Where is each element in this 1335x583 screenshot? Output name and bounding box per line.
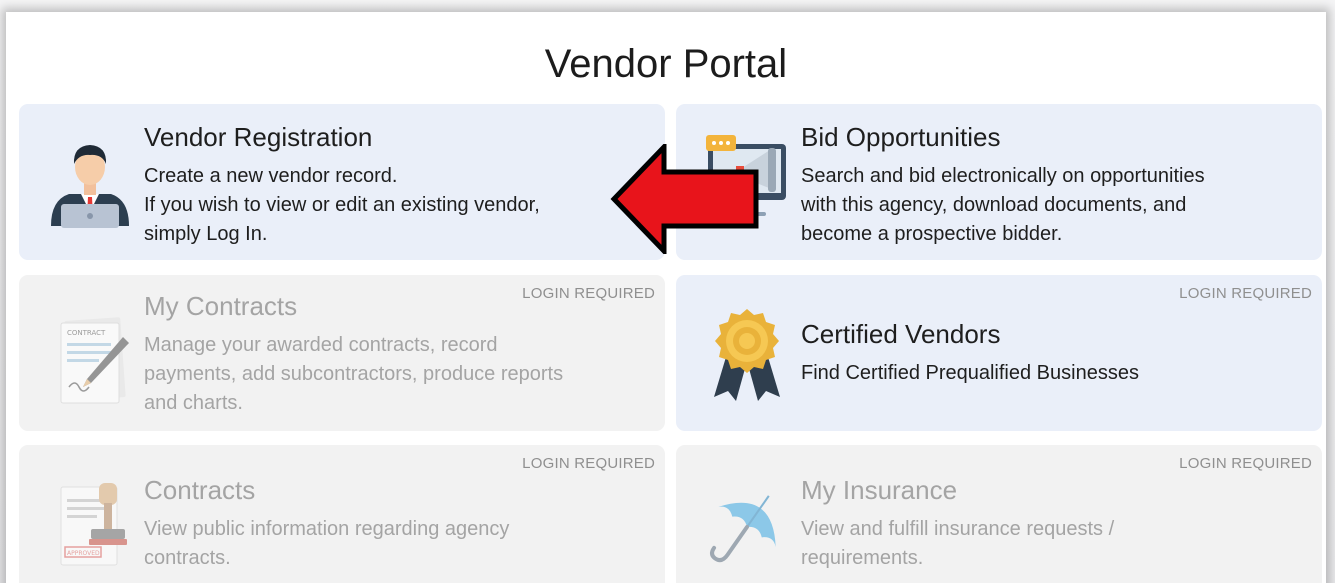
card-title: Certified Vendors bbox=[801, 319, 1001, 349]
card-description: Create a new vendor record. If you wish … bbox=[144, 162, 540, 249]
contract-pen-icon: CONTRACT bbox=[60, 317, 129, 404]
umbrella-icon bbox=[710, 495, 776, 563]
card-description: Search and bid electronically on opportu… bbox=[801, 162, 1205, 249]
card-description: View public information regarding agency… bbox=[144, 515, 509, 573]
card-description-line: Create a new vendor record. bbox=[144, 165, 398, 187]
card-title: Contracts bbox=[144, 475, 256, 505]
card-description-line: simply Log In. bbox=[144, 223, 268, 245]
contracts-card[interactable]: LOGIN REQUIRED APPROVED Contracts View p… bbox=[19, 445, 665, 583]
stamp-document-icon: APPROVED bbox=[60, 483, 127, 566]
card-description: View and fulfill insurance requests / re… bbox=[801, 515, 1114, 573]
screenshot-frame: Vendor Portal Vendor Registration Create… bbox=[0, 0, 1335, 583]
card-title: My Contracts bbox=[144, 291, 298, 321]
card-description-line: View and fulfill insurance requests / bbox=[801, 518, 1115, 540]
card-description: Find Certified Prequalified Businesses bbox=[801, 359, 1139, 388]
login-required-badge: LOGIN REQUIRED bbox=[1179, 285, 1312, 302]
card-title: Vendor Registration bbox=[144, 122, 373, 152]
vendor-registration-card[interactable]: Vendor Registration Create a new vendor … bbox=[19, 104, 665, 260]
stamp-icon-text: APPROVED bbox=[67, 550, 100, 557]
card-description-line: Search and bid electronically on opportu… bbox=[801, 165, 1205, 187]
card-description-line: If you wish to view or edit an existing … bbox=[144, 194, 540, 216]
user-avatar-icon bbox=[51, 145, 129, 228]
vendor-portal-panel: Vendor Portal Vendor Registration Create… bbox=[6, 12, 1326, 583]
card-title: Bid Opportunities bbox=[801, 122, 1001, 152]
red-arrow-left-icon bbox=[610, 144, 759, 254]
card-description-line: and charts. bbox=[144, 392, 243, 414]
bid-opportunities-card[interactable]: Bid Opportunities Search and bid electro… bbox=[676, 104, 1322, 260]
login-required-badge: LOGIN REQUIRED bbox=[1179, 455, 1312, 472]
card-description-line: contracts. bbox=[144, 547, 231, 569]
card-description-line: with this agency, download documents, an… bbox=[801, 194, 1187, 216]
card-description-line: Manage your awarded contracts, record bbox=[144, 334, 498, 356]
login-required-badge: LOGIN REQUIRED bbox=[522, 285, 655, 302]
card-description-line: View public information regarding agency bbox=[144, 518, 510, 540]
card-description-line: payments, add subcontractors, produce re… bbox=[144, 363, 564, 385]
page-title: Vendor Portal bbox=[544, 42, 788, 86]
my-contracts-card[interactable]: LOGIN REQUIRED CONTRACT My Contracts Man… bbox=[19, 275, 665, 431]
card-description-line: Find Certified Prequalified Businesses bbox=[801, 362, 1139, 384]
certified-vendors-card[interactable]: LOGIN REQUIRED Certified Vendors Find Ce… bbox=[676, 275, 1322, 431]
award-medal-icon bbox=[714, 309, 780, 401]
contract-icon-text: CONTRACT bbox=[67, 329, 106, 337]
card-description-line: requirements. bbox=[801, 547, 924, 569]
card-description: Manage your awarded contracts, record pa… bbox=[144, 331, 563, 418]
my-insurance-card[interactable]: LOGIN REQUIRED My Insurance View and ful… bbox=[676, 445, 1322, 583]
card-title: My Insurance bbox=[801, 475, 958, 505]
login-required-badge: LOGIN REQUIRED bbox=[522, 455, 655, 472]
card-description-line: become a prospective bidder. bbox=[801, 223, 1063, 245]
